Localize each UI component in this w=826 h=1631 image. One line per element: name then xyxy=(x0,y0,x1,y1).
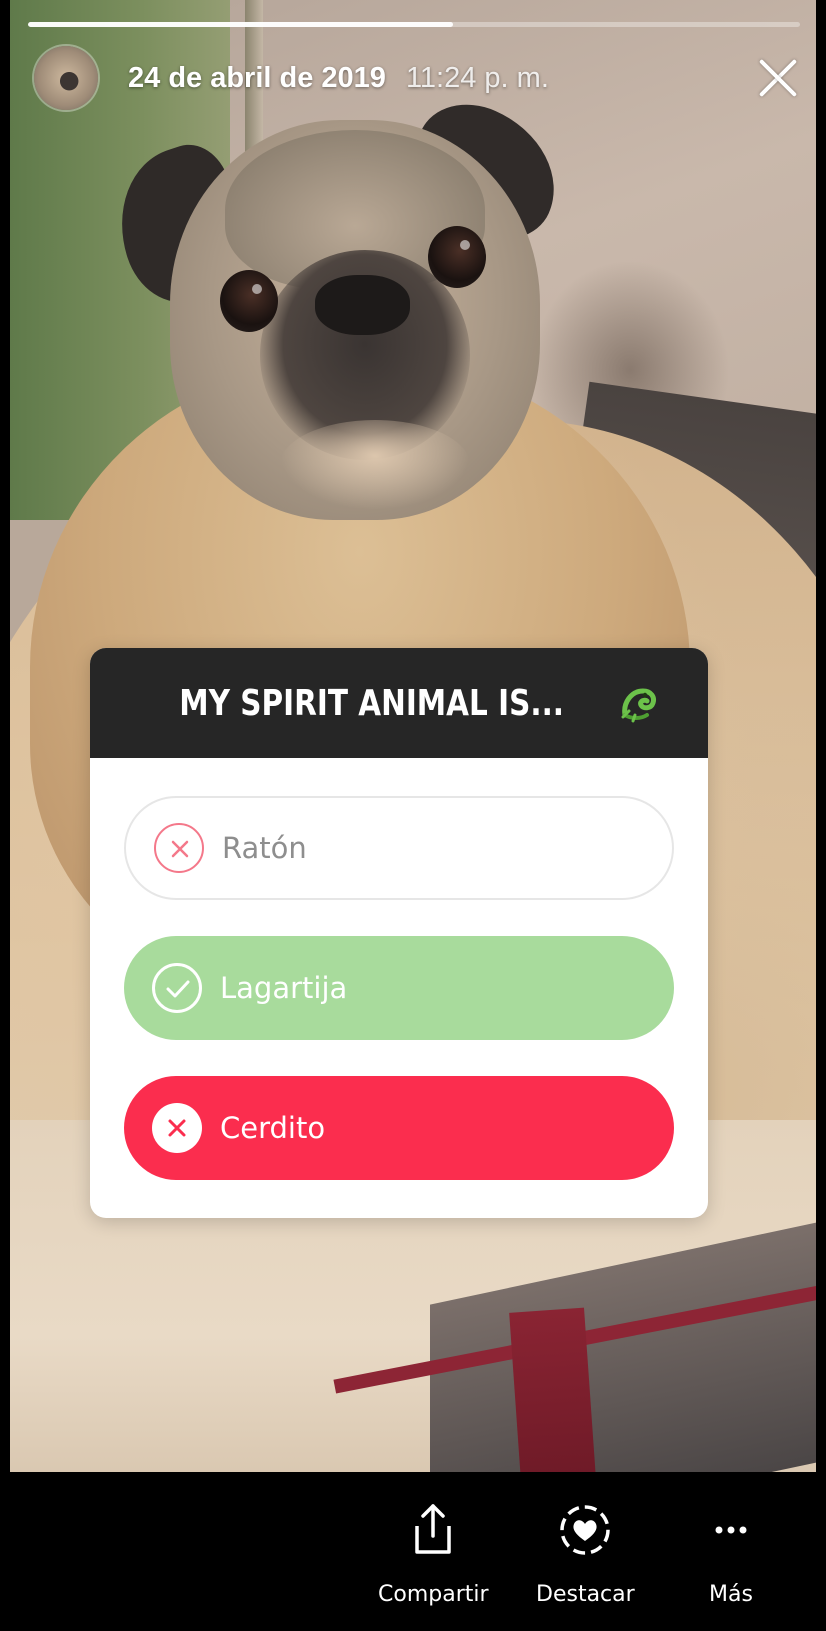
bed-red-strap xyxy=(509,1307,596,1472)
story-viewer: 24 de abril de 2019 11:24 p. m. MY SPIRI… xyxy=(0,0,826,1631)
highlight-label: Destacar xyxy=(536,1582,635,1607)
share-label: Compartir xyxy=(378,1582,489,1607)
story-action-bar: Compartir Destacar Más xyxy=(0,1472,826,1631)
more-label: Más xyxy=(709,1582,753,1607)
share-icon xyxy=(403,1500,463,1560)
pug-chin xyxy=(280,420,470,510)
quiz-options: Ratón Lagartija Cerdito xyxy=(90,758,708,1180)
story-date: 24 de abril de 2019 xyxy=(128,61,386,94)
x-circle-icon xyxy=(154,823,204,873)
quiz-option-label: Ratón xyxy=(222,831,307,865)
quiz-option-lagartija[interactable]: Lagartija xyxy=(124,936,674,1040)
story-progress-bar xyxy=(28,22,800,27)
quiz-option-label: Lagartija xyxy=(220,971,348,1005)
story-progress-fill xyxy=(28,22,453,27)
pug-nose xyxy=(315,275,410,335)
quiz-sticker: MY SPIRIT ANIMAL IS... Ratón Lagartija C… xyxy=(90,648,708,1218)
story-header: 24 de abril de 2019 11:24 p. m. xyxy=(34,42,800,114)
avatar[interactable] xyxy=(34,46,98,110)
share-button[interactable]: Compartir xyxy=(378,1500,489,1607)
quiz-option-cerdito[interactable]: Cerdito xyxy=(124,1076,674,1180)
highlight-button[interactable]: Destacar xyxy=(536,1500,635,1607)
story-time: 11:24 p. m. xyxy=(405,61,549,94)
pug-eye-right xyxy=(428,226,486,288)
check-circle-icon xyxy=(152,963,202,1013)
quiz-question: MY SPIRIT ANIMAL IS... xyxy=(180,683,565,724)
x-circle-icon xyxy=(152,1103,202,1153)
more-dots-icon xyxy=(701,1500,761,1560)
close-icon[interactable] xyxy=(756,56,800,100)
quiz-question-text: MY SPIRIT ANIMAL IS... xyxy=(179,682,565,724)
pug-eye-left xyxy=(220,270,278,332)
highlight-heart-icon xyxy=(555,1500,615,1560)
lizard-emoji-icon xyxy=(617,681,661,725)
more-button[interactable]: Más xyxy=(701,1500,761,1607)
quiz-option-raton[interactable]: Ratón xyxy=(124,796,674,900)
quiz-header: MY SPIRIT ANIMAL IS... xyxy=(90,648,708,758)
quiz-option-label: Cerdito xyxy=(220,1111,326,1145)
